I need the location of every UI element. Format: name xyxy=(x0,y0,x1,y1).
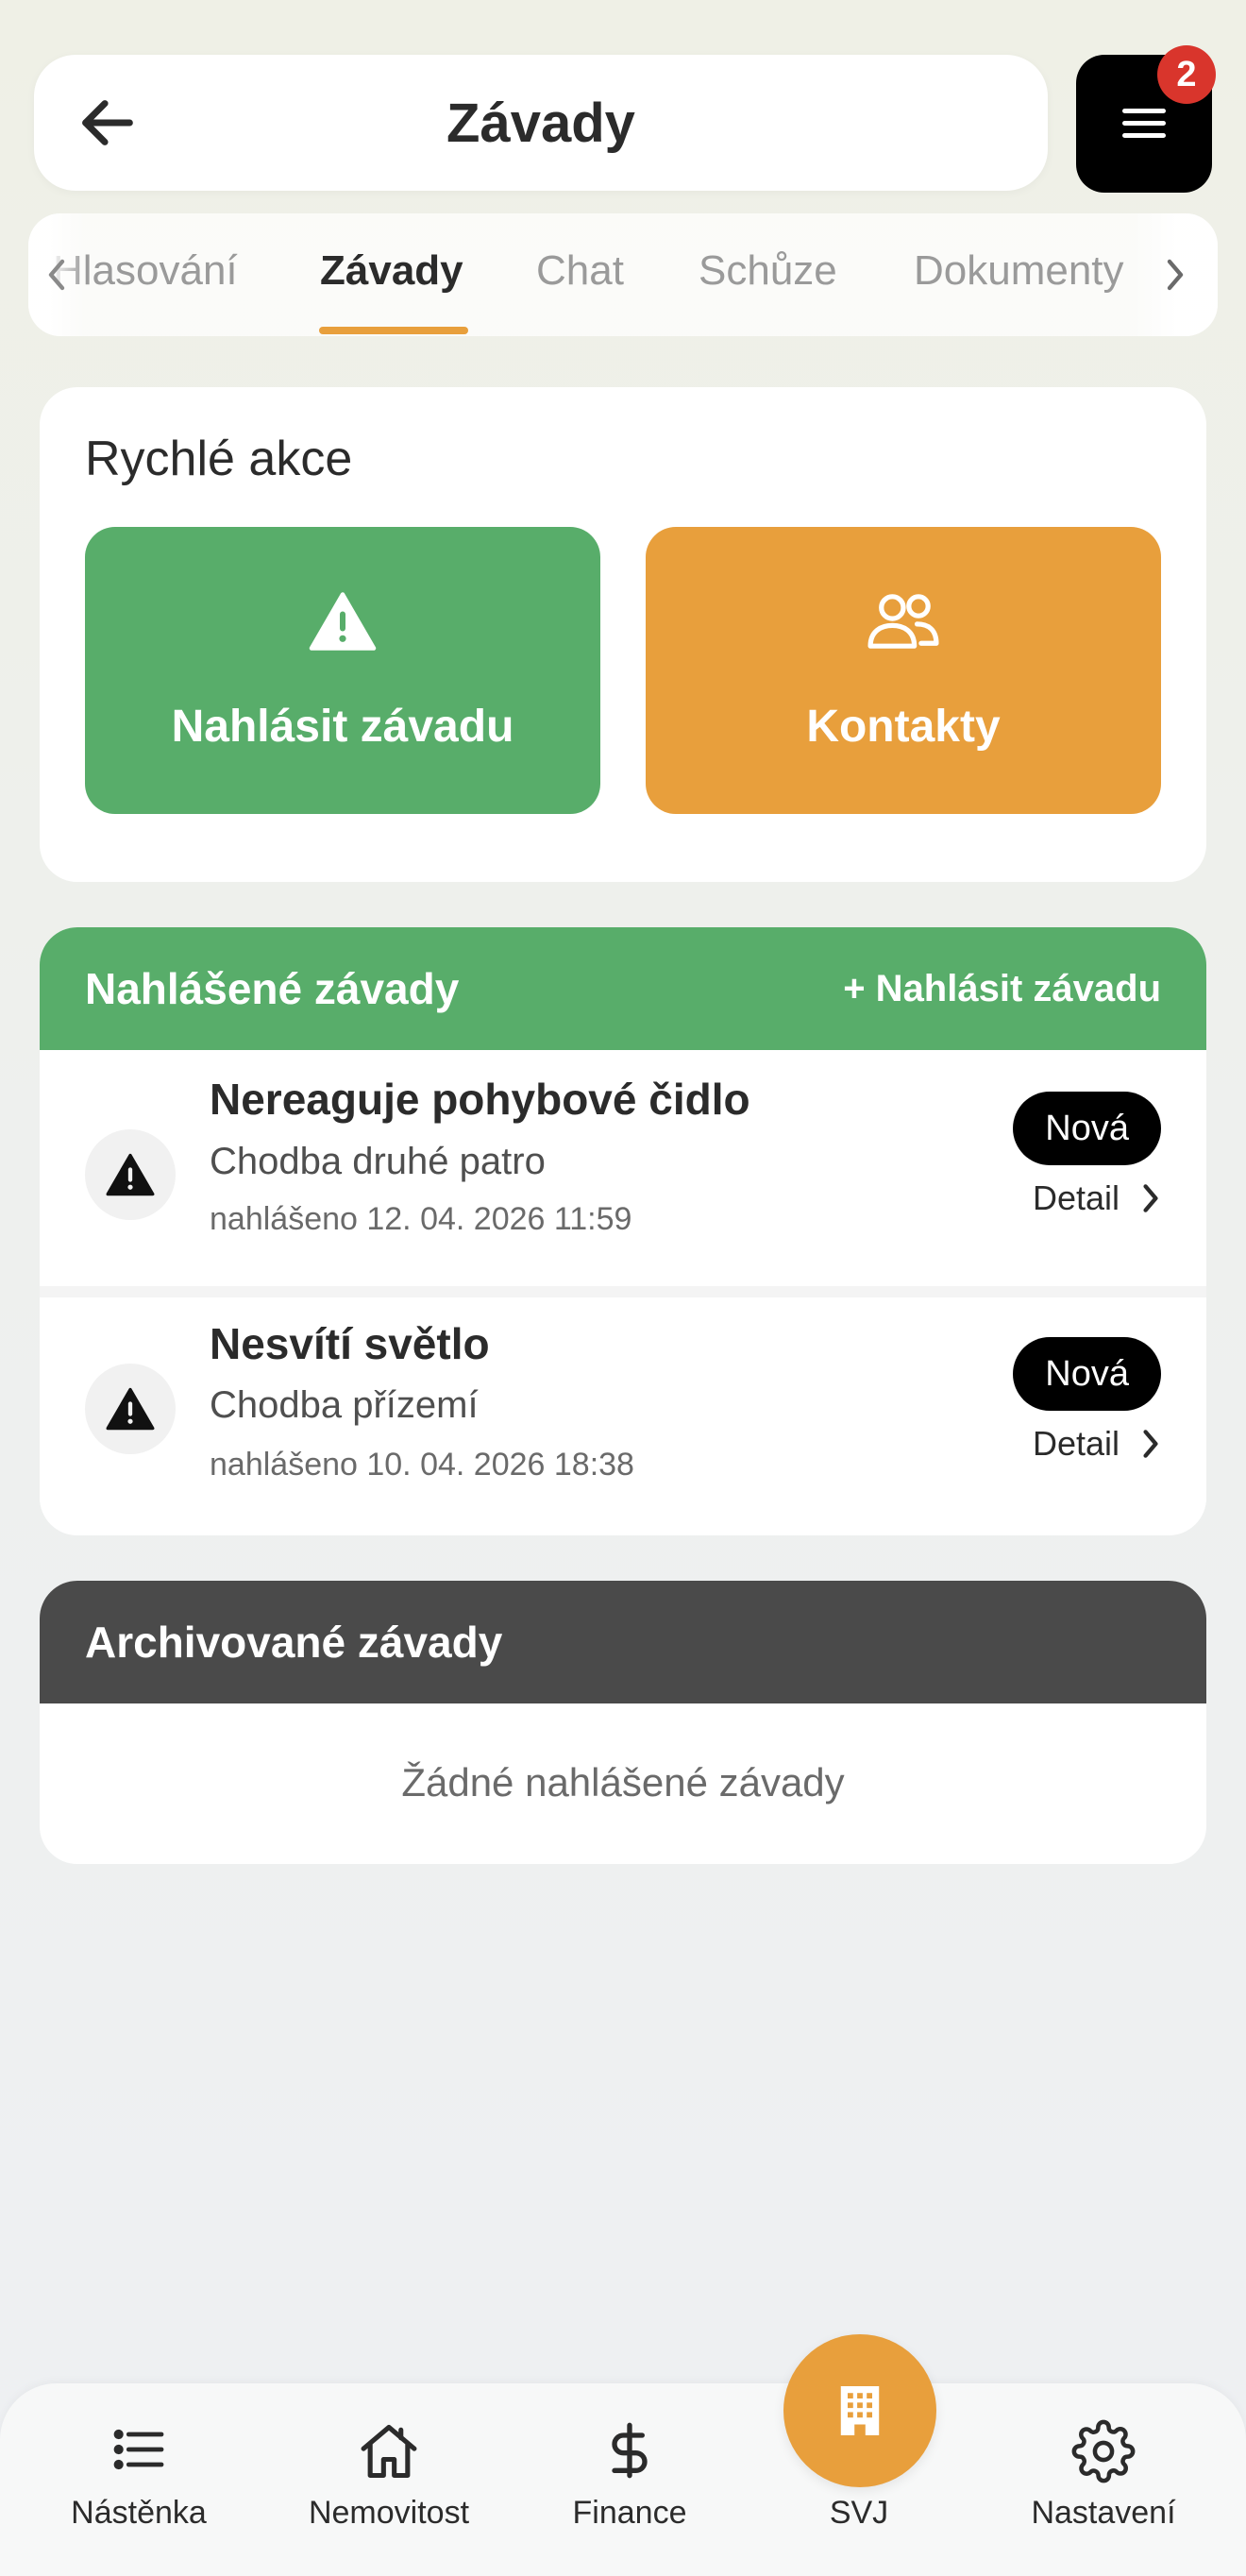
title-bar: Závady xyxy=(34,55,1048,191)
archived-defects-header: Archivované závady xyxy=(40,1581,1206,1703)
defect-date: nahlášeno 10. 04. 2026 18:38 xyxy=(210,1447,634,1483)
list-icon xyxy=(113,2429,164,2470)
tab-chat[interactable]: Chat xyxy=(536,247,624,295)
nav-label: Nemovitost xyxy=(308,2495,470,2531)
tab-bar: Hlasování Závady Chat Schůze Dokumenty xyxy=(28,213,1218,336)
contacts-button[interactable]: Kontakty xyxy=(646,527,1161,814)
nav-item-nastaveni[interactable]: Nastavení xyxy=(990,2383,1217,2576)
nav-label: Finance xyxy=(572,2495,687,2531)
page-title: Závady xyxy=(446,92,635,154)
tabs-scroll-left-button[interactable] xyxy=(28,213,85,336)
defect-location: Chodba druhé patro xyxy=(210,1141,546,1182)
nav-item-nemovitost[interactable]: Nemovitost xyxy=(276,2383,502,2576)
nav-label-svj[interactable]: SVJ xyxy=(746,2495,972,2532)
defect-date: nahlášeno 12. 04. 2026 11:59 xyxy=(210,1201,632,1237)
reported-defects-header: Nahlášené závady + Nahlásit závadu xyxy=(40,927,1206,1050)
tab-schuze[interactable]: Schůze xyxy=(699,247,837,295)
users-icon xyxy=(867,594,939,649)
hamburger-icon xyxy=(1122,109,1166,138)
chevron-right-icon xyxy=(1167,259,1184,291)
gear-icon xyxy=(1071,2419,1136,2483)
defect-location: Chodba přízemí xyxy=(210,1384,479,1426)
report-defect-label: Nahlásit závadu xyxy=(171,702,514,752)
warning-icon xyxy=(106,1153,155,1196)
nav-item-svj-button[interactable] xyxy=(783,2334,936,2487)
archived-defects-title: Archivované závady xyxy=(85,1618,503,1667)
defect-title: Nereaguje pohybové čidlo xyxy=(210,1075,750,1124)
warning-icon xyxy=(106,1387,155,1431)
quick-actions-card: Rychlé akce Nahlásit závadu Kontakty xyxy=(40,387,1206,882)
dollar-icon xyxy=(612,2422,648,2479)
detail-link[interactable]: Detail xyxy=(1033,1424,1161,1464)
chevron-left-icon xyxy=(48,259,65,291)
nav-label: Nástěnka xyxy=(71,2495,207,2531)
detail-label: Detail xyxy=(1032,1178,1120,1217)
active-tab-indicator xyxy=(319,327,468,334)
chevron-right-icon xyxy=(1143,1184,1158,1212)
arrow-left-icon xyxy=(82,100,133,145)
back-button[interactable] xyxy=(70,85,145,161)
chevron-right-icon xyxy=(1143,1430,1158,1458)
quick-actions-title: Rychlé akce xyxy=(85,432,353,486)
tab-dokumenty[interactable]: Dokumenty xyxy=(914,247,1124,295)
nav-item-nastenka[interactable]: Nástěnka xyxy=(25,2383,252,2576)
nav-item-finance[interactable]: Finance xyxy=(516,2383,743,2576)
tab-zavady[interactable]: Závady xyxy=(320,247,463,295)
empty-state-text: Žádné nahlášené závady xyxy=(401,1760,845,1805)
reported-defects-card: Nahlášené závady + Nahlásit závadu Nerea… xyxy=(40,927,1206,1535)
defect-icon xyxy=(85,1129,176,1220)
row-divider xyxy=(40,1286,1206,1297)
nav-label: Nastavení xyxy=(1031,2495,1176,2531)
warning-icon xyxy=(309,592,377,651)
status-badge: Nová xyxy=(1013,1092,1161,1165)
defect-row[interactable]: Nereaguje pohybové čidlo Chodba druhé pa… xyxy=(40,1050,1206,1286)
defect-row[interactable]: Nesvítí světlo Chodba přízemí nahlášeno … xyxy=(40,1297,1206,1534)
home-icon xyxy=(361,2424,417,2479)
building-icon xyxy=(840,2386,880,2435)
bottom-nav: Nástěnka Nemovitost Finance Nastavení xyxy=(0,2383,1246,2576)
detail-link[interactable]: Detail xyxy=(1033,1178,1161,1218)
defect-title: Nesvítí světlo xyxy=(210,1319,490,1368)
notification-badge: 2 xyxy=(1157,45,1216,104)
reported-defects-title: Nahlášené závady xyxy=(85,964,460,1013)
defect-icon xyxy=(85,1364,176,1454)
add-defect-link[interactable]: + Nahlásit závadu xyxy=(843,968,1161,1010)
archived-defects-card: Archivované závady Žádné nahlášené závad… xyxy=(40,1581,1206,1864)
detail-label: Detail xyxy=(1032,1424,1120,1463)
tabs-scroll-right-button[interactable] xyxy=(1133,213,1218,336)
contacts-label: Kontakty xyxy=(806,702,1001,752)
status-badge: Nová xyxy=(1013,1337,1161,1411)
report-defect-button[interactable]: Nahlásit závadu xyxy=(85,527,600,814)
